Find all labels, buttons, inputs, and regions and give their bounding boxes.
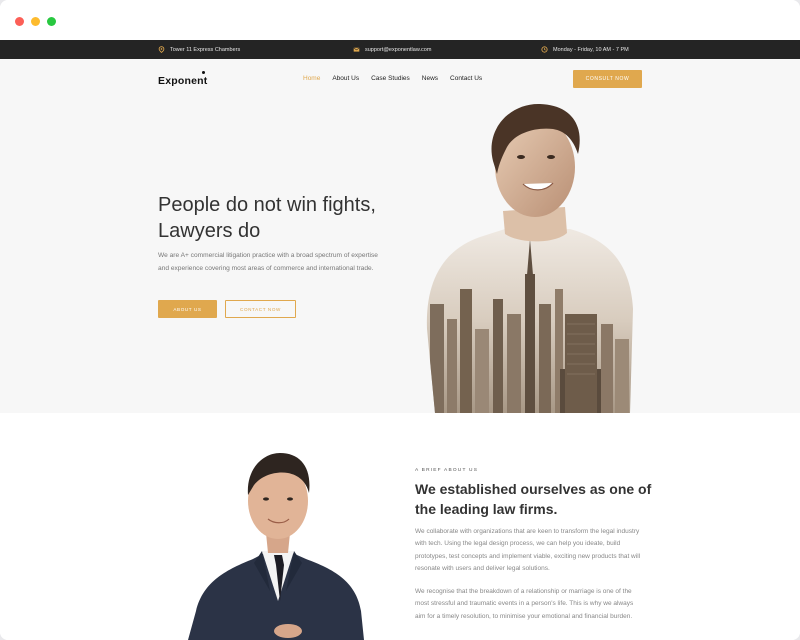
minimize-window-button[interactable] (31, 17, 40, 26)
hero-heading: People do not win fights, Lawyers do (158, 192, 398, 244)
site-logo[interactable]: Exponent (158, 75, 207, 87)
hero-heading-line-1: People do not win fights, (158, 194, 376, 216)
nav-link-home[interactable]: Home (303, 75, 320, 82)
nav-link-case-studies[interactable]: Case Studies (371, 75, 410, 82)
browser-window: Tower 11 Express Chambers support@expone… (0, 0, 800, 640)
clock-icon (541, 46, 548, 53)
hero-double-exposure-image (426, 103, 633, 413)
nav-links: Home About Us Case Studies News Contact … (303, 75, 482, 82)
location-text: Tower 11 Express Chambers (170, 46, 241, 53)
logo-dot-icon (202, 71, 205, 74)
hero-heading-line-2: Lawyers do (158, 220, 261, 242)
lawyer-portrait-image (188, 453, 364, 640)
close-window-button[interactable] (15, 17, 24, 26)
hours-text: Monday - Friday, 10 AM - 7 PM (553, 46, 629, 53)
mail-icon (353, 47, 360, 52)
about-paragraph-1: We collaborate with organizations that a… (415, 528, 641, 573)
window-titlebar (0, 0, 800, 40)
hero-description: We are A+ commercial litigation practice… (158, 252, 378, 272)
email-text[interactable]: support@exponentlaw.com (365, 47, 431, 53)
topbar-hours: Monday - Friday, 10 AM - 7 PM (541, 40, 629, 59)
about-paragraph-2: We recognise that the breakdown of a rel… (415, 588, 634, 620)
maximize-window-button[interactable] (47, 17, 56, 26)
about-eyebrow: A BRIEF ABOUT US (415, 468, 479, 473)
map-pin-icon (158, 46, 165, 53)
nav-link-about-us[interactable]: About Us (332, 75, 359, 82)
about-heading: We established ourselves as one of the l… (415, 481, 652, 517)
consult-now-button[interactable]: CONSULT NOW (573, 70, 642, 88)
contact-now-button[interactable]: CONTACT NOW (225, 300, 296, 318)
topbar-email[interactable]: support@exponentlaw.com (353, 40, 431, 59)
topbar-location: Tower 11 Express Chambers (158, 40, 240, 59)
nav-link-news[interactable]: News (422, 75, 438, 82)
hero-section: Exponent Home About Us Case Studies News… (0, 59, 800, 413)
nav-link-contact-us[interactable]: Contact Us (450, 75, 482, 82)
about-us-button[interactable]: ABOUT US (158, 300, 217, 318)
main-navigation: Exponent Home About Us Case Studies News… (0, 59, 800, 99)
about-section: A BRIEF ABOUT US We established ourselve… (0, 413, 800, 640)
contact-topbar: Tower 11 Express Chambers support@expone… (0, 40, 800, 59)
